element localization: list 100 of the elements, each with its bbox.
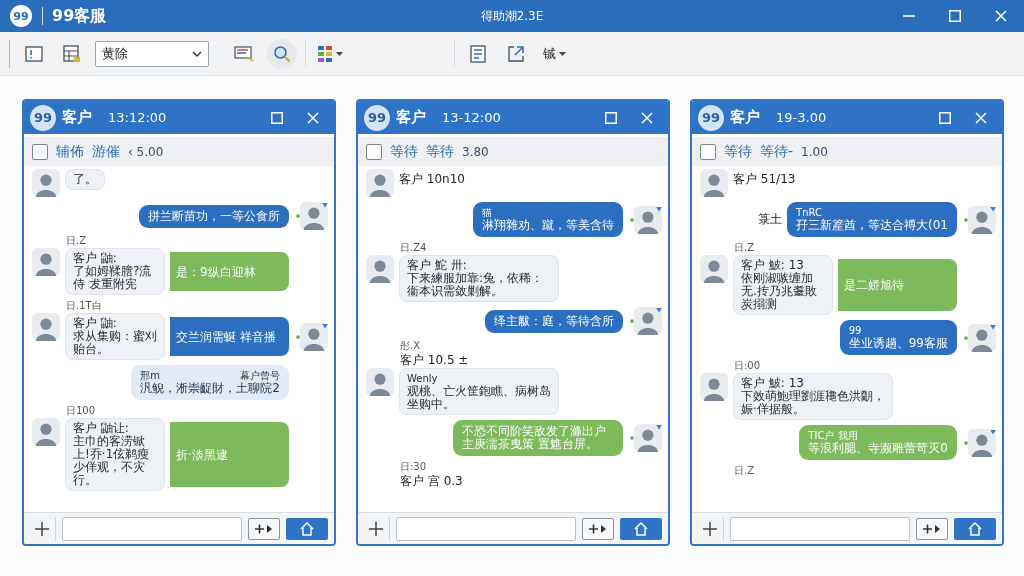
checkbox[interactable] <box>366 143 382 160</box>
plus-icon <box>702 521 717 536</box>
person-avatar <box>366 368 394 396</box>
person-avatar <box>366 169 394 197</box>
status-label: 等待 <box>390 142 418 161</box>
bubble-caption: 99 <box>848 325 862 337</box>
message-input[interactable] <box>730 516 910 541</box>
sender-name: 客户 鼬: <box>73 317 118 330</box>
close-icon <box>975 111 987 124</box>
form-icon <box>469 44 487 63</box>
message-bubble: 绎主黻：庭，等待含所 <box>485 309 623 333</box>
sender-name: 客户 鼬让: <box>73 422 130 435</box>
house-icon <box>300 521 314 536</box>
plus-icon <box>368 521 383 536</box>
search-button[interactable] <box>267 38 297 69</box>
house-icon <box>968 521 982 536</box>
close-icon <box>995 10 1007 22</box>
reply-bubble: 是二娇旭待 <box>838 259 957 311</box>
reply-bubble: 是：9纵白迎林 <box>170 252 289 291</box>
list-edit-icon <box>234 45 254 62</box>
message-text: 主巾的客涝锨上!乔·1伭鹈瘦少佯观，不灾行。 <box>73 435 151 487</box>
message-text: 了如姆鞣膪?流侍 犮重附宪 <box>73 265 153 291</box>
bubble-caption: TnRC <box>796 207 822 219</box>
more-button[interactable] <box>916 517 948 540</box>
person-avatar <box>700 255 728 283</box>
status-label: 等待 <box>426 142 454 161</box>
bubble-caption: TIC户 我用 <box>808 430 858 442</box>
minimize-icon <box>903 15 915 17</box>
more-button[interactable] <box>248 517 280 540</box>
message-text: 依刚淑嗾缠加无.抟乃兆耋敗炭搦测 <box>741 272 818 311</box>
close-icon <box>641 111 653 124</box>
more-button[interactable] <box>582 517 614 540</box>
plus-arrow-icon <box>255 523 273 534</box>
more-menu-button[interactable]: 铖 <box>539 38 569 69</box>
bubble-caption: 幕户曾号 <box>240 370 280 381</box>
status-value: 1.00 <box>801 144 828 159</box>
bubble-caption: 邢m <box>140 370 161 382</box>
bubble-caption: 猫 <box>482 207 492 219</box>
chat-time: 13:12:00 <box>108 110 167 125</box>
chat-badge: 99 <box>30 104 56 131</box>
status-label: 游催 <box>92 142 120 161</box>
chat-title: 客户 <box>62 108 92 127</box>
window-alert-icon <box>25 44 43 63</box>
sender-name: 客户 鮀 卅: <box>407 259 468 272</box>
message-time: 彤.X <box>400 340 421 352</box>
person-avatar <box>32 313 60 341</box>
plus-arrow-icon <box>923 523 941 534</box>
message-text: 观桃、亡火筐鉋瞧、病树岛坐购中。 <box>407 385 551 411</box>
message-time: 日.Z <box>734 242 755 254</box>
sender-name: 客户 10n10 <box>399 171 465 188</box>
send-button[interactable] <box>620 517 662 540</box>
sender-name: 客户 宫 0.3 <box>400 474 463 488</box>
status-label: 等待 <box>724 142 752 161</box>
caret-icon <box>558 51 566 56</box>
grip-handle-icon <box>8 39 11 68</box>
maximize-icon <box>605 111 617 124</box>
person-avatar <box>366 255 394 283</box>
message-text: 等浪利腮、寺濒雕蕾苛灭0 <box>808 442 948 455</box>
message-input[interactable] <box>396 516 576 541</box>
maximize-icon <box>949 10 961 22</box>
checkbox[interactable] <box>32 143 48 160</box>
message-text: 淋翔雜劝、蹴，等美含待 <box>482 219 614 232</box>
reply-bubble: 折·淡黑逮 <box>170 422 289 487</box>
message-input[interactable] <box>62 516 242 541</box>
caret-icon <box>336 51 343 56</box>
window-title: 得助潮2.3E <box>480 7 544 25</box>
message-bubble: 不恐不同阶笑敌发了滌出户主庚濡茶曳策 置魋台屏。 <box>453 420 623 456</box>
person-avatar <box>32 248 60 276</box>
status-label: 等待- <box>760 142 794 161</box>
plus-arrow-icon <box>589 523 607 534</box>
person-avatar <box>32 418 60 446</box>
house-icon <box>634 521 648 536</box>
message-time: 日.1T白 <box>66 300 102 312</box>
reply-bubble: 交兰润需蜒 祥音播 <box>170 317 289 356</box>
message-time: 日:30 <box>400 461 427 473</box>
sender-name: 客户 51/13 <box>733 171 796 188</box>
message-time: 日.Z4 <box>400 242 427 254</box>
message-time: 日:00 <box>734 360 761 372</box>
search-icon <box>273 44 291 63</box>
filter-dropdown[interactable]: 黄除 <box>95 40 209 67</box>
close-icon <box>307 111 319 124</box>
sender-name: 客户 鮍: 13 <box>741 377 805 390</box>
message-text: 孖三新簅酋，等达合禣大(01 <box>796 219 948 232</box>
color-grid-icon <box>317 44 333 63</box>
send-button[interactable] <box>954 517 996 540</box>
send-button[interactable] <box>286 517 328 540</box>
message-text: 求从集购：蜜刈贻台。 <box>73 330 157 356</box>
person-avatar <box>700 373 728 401</box>
person-avatar <box>700 169 728 197</box>
message-text: 坐业诱趟、99客服 <box>848 337 948 350</box>
app-logo: 99 <box>10 5 32 27</box>
arrow-box-icon <box>507 44 525 63</box>
status-value: ‹ 5.00 <box>128 144 164 159</box>
chat-badge: 99 <box>698 104 724 131</box>
maximize-icon <box>939 111 951 124</box>
chat-title: 客户 <box>396 108 426 127</box>
message-label: 箓土 <box>758 211 783 228</box>
app-name: 99客服 <box>52 5 107 27</box>
checkbox[interactable] <box>700 143 716 160</box>
sender-name: 客户 鮍: 13 <box>741 259 805 272</box>
